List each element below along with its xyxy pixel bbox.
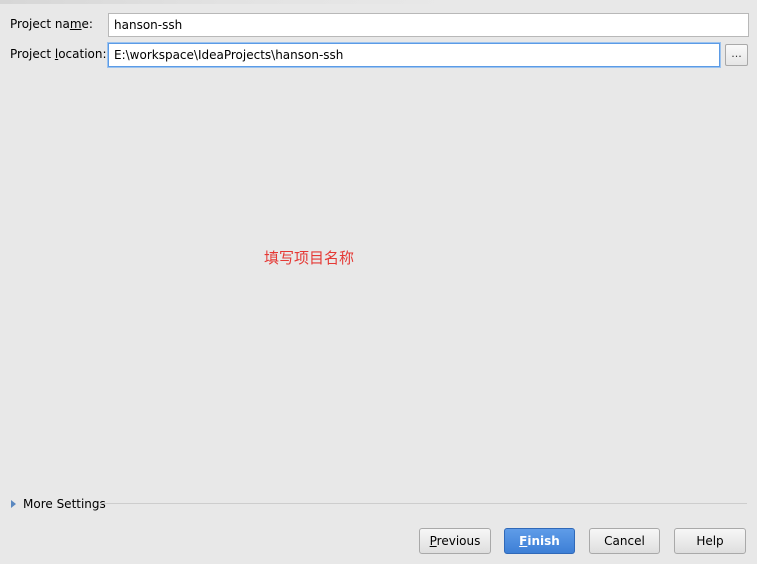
more-settings-label: More Settings bbox=[23, 497, 106, 511]
previous-button[interactable]: Previous bbox=[419, 528, 491, 554]
project-location-input[interactable] bbox=[108, 43, 720, 67]
project-name-label: Project name: bbox=[10, 17, 93, 31]
browse-location-button[interactable]: ... bbox=[725, 44, 748, 66]
project-name-input[interactable] bbox=[108, 13, 749, 37]
triangle-right-icon bbox=[11, 500, 16, 508]
separator-line bbox=[100, 503, 747, 504]
more-settings-toggle[interactable]: More Settings bbox=[8, 495, 106, 513]
project-location-label: Project location: bbox=[10, 47, 107, 61]
finish-button[interactable]: Finish bbox=[504, 528, 575, 554]
title-bar-strip bbox=[0, 0, 757, 4]
cancel-button[interactable]: Cancel bbox=[589, 528, 660, 554]
annotation-text: 填写项目名称 bbox=[264, 249, 355, 267]
help-button[interactable]: Help bbox=[674, 528, 746, 554]
